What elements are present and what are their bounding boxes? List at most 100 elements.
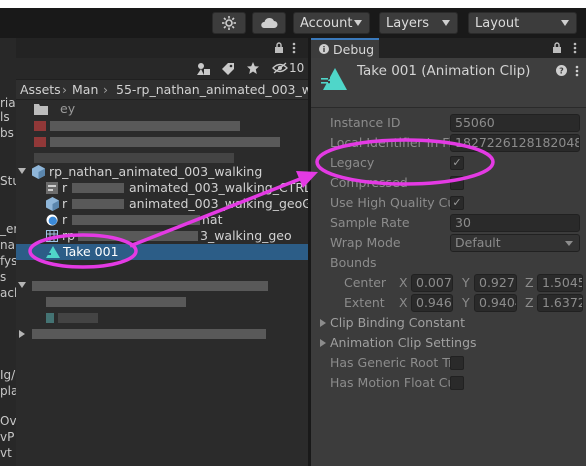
truncated-text: s	[0, 270, 7, 284]
expand-arrow-icon[interactable]	[320, 339, 326, 347]
chevron-down-icon	[565, 241, 573, 246]
redacted-block	[34, 137, 46, 147]
wrap-mode-dropdown[interactable]: Default	[450, 234, 580, 252]
tree-row-folder[interactable]: rp_nathan_animated_003_walking	[16, 164, 308, 180]
mesh-grid-icon	[46, 230, 58, 242]
inspector-header: Take 001 (Animation Clip) ?	[311, 58, 586, 108]
truncated-text: Stu	[0, 174, 16, 188]
layout-label: Layout	[475, 15, 520, 31]
inspector-tab-bar: Debug	[311, 38, 586, 58]
property-animation-clip-settings[interactable]: Animation Clip Settings	[311, 333, 586, 353]
lock-icon[interactable]	[274, 42, 284, 54]
lock-icon[interactable]	[552, 42, 562, 54]
truncated-text: ack	[0, 286, 16, 300]
truncated-text: ria	[0, 96, 16, 110]
favorite-star-icon[interactable]	[246, 61, 260, 75]
settings-button[interactable]	[212, 12, 246, 34]
tree-row[interactable]	[16, 118, 308, 134]
tree-item-label: nat	[202, 212, 223, 227]
compressed-checkbox[interactable]	[450, 176, 464, 190]
truncated-text: ls	[0, 110, 10, 124]
tab-label: Debug	[333, 42, 375, 57]
tree-row[interactable]	[16, 278, 308, 294]
property-has-generic-root: Has Generic Root Transform	[311, 353, 586, 373]
tree-row[interactable]: r animated_003_walking_CTRL	[16, 180, 308, 196]
truncated-text: _er	[0, 222, 16, 236]
redacted-block	[78, 231, 198, 241]
project-tab-bar	[16, 38, 308, 58]
extent-x-field[interactable]: 0.9463	[411, 294, 453, 312]
tree-row[interactable]: rp 3_walking_geo	[16, 228, 308, 244]
layers-dropdown[interactable]: Layers	[379, 12, 458, 34]
more-options-icon[interactable]	[573, 42, 577, 54]
redacted-block	[34, 153, 234, 163]
tree-row[interactable]	[16, 310, 308, 326]
has-generic-root-checkbox[interactable]	[450, 356, 464, 370]
layout-dropdown[interactable]: Layout	[468, 12, 577, 34]
settings-icon[interactable]	[575, 65, 579, 77]
hidden-eye-icon[interactable]	[272, 62, 288, 74]
has-motion-float-checkbox[interactable]	[450, 376, 464, 390]
animation-clip-icon	[321, 68, 347, 90]
center-x-field[interactable]: 0.0076	[411, 274, 453, 292]
property-label: Has Generic Root Transform	[330, 355, 450, 370]
main-toolbar: Account Layers Layout	[0, 8, 586, 38]
property-local-identifier: Local Identifier In File 182722612818204…	[311, 133, 586, 153]
sample-rate-field[interactable]: 30	[450, 214, 580, 232]
wrap-mode-value: Default	[455, 235, 501, 250]
redacted-block	[46, 297, 186, 307]
chevron-down-icon	[442, 20, 450, 26]
center-y-field[interactable]: 0.9271	[474, 274, 517, 292]
redacted-block	[46, 313, 54, 323]
more-options-icon[interactable]	[292, 42, 296, 54]
property-clip-binding-constant[interactable]: Clip Binding Constant	[311, 313, 586, 333]
property-has-motion-float: Has Motion Float Curves	[311, 373, 586, 393]
truncated-text: Ig/	[0, 368, 16, 382]
local-identifier-field[interactable]: 182722612818204883	[450, 134, 580, 152]
property-sample-rate: Sample Rate 30	[311, 213, 586, 233]
expand-arrow-icon[interactable]	[18, 168, 26, 174]
instance-id-field[interactable]: 55060	[450, 114, 580, 132]
use-hq-curve-checkbox[interactable]: ✓	[450, 196, 464, 210]
filter-by-type-icon[interactable]	[196, 62, 212, 76]
inspector-panel: Debug Take 001 (Animation Clip) ? Instan…	[311, 38, 586, 466]
tree-row[interactable]: r animated_003_walking_geoGRP	[16, 196, 308, 212]
tree-row[interactable]	[16, 134, 308, 150]
breadcrumb-item-folder[interactable]: 55-rp_nathan_animated_003_walking	[116, 82, 308, 97]
extent-y-field[interactable]: 0.9404	[474, 294, 517, 312]
property-label: Extent	[344, 295, 385, 310]
breadcrumb-item-man[interactable]: Man	[72, 82, 98, 97]
help-icon[interactable]: ?	[556, 65, 567, 76]
tree-item-label: rp	[62, 228, 76, 243]
chevron-down-icon	[561, 20, 569, 26]
axis-x-label: X	[399, 275, 408, 290]
project-toolbar: 10	[16, 58, 308, 80]
breadcrumb-item-assets[interactable]: Assets	[20, 82, 61, 97]
expand-arrow-icon[interactable]	[18, 282, 26, 288]
cloud-button[interactable]	[252, 12, 286, 34]
info-icon	[319, 44, 329, 54]
prefab-icon	[32, 165, 45, 179]
folder-icon	[34, 104, 48, 115]
truncated-text: vP	[0, 430, 15, 444]
expand-arrow-icon[interactable]	[320, 319, 326, 327]
property-label: Instance ID	[330, 115, 401, 130]
breadcrumb-separator: ›	[62, 82, 67, 97]
svg-text:?: ?	[559, 67, 564, 76]
tree-row[interactable]	[16, 326, 308, 342]
tab-debug[interactable]: Debug	[311, 38, 379, 58]
animator-controller-icon	[46, 182, 58, 194]
legacy-checkbox[interactable]: ✓	[450, 156, 464, 170]
tree-row[interactable]: ey	[16, 101, 308, 117]
property-compressed: Compressed	[311, 173, 586, 193]
breadcrumb-separator: ›	[103, 82, 108, 97]
tree-row[interactable]	[16, 294, 308, 310]
center-z-field[interactable]: 1.5045	[537, 274, 583, 292]
tree-row-selected[interactable]: Take 001	[16, 244, 308, 260]
label-tag-icon[interactable]	[221, 62, 235, 76]
account-dropdown[interactable]: Account	[293, 12, 370, 34]
property-wrap-mode: Wrap Mode Default	[311, 233, 586, 253]
extent-z-field[interactable]: 1.6372	[537, 294, 583, 312]
tree-row[interactable]: r nat	[16, 212, 308, 228]
expand-arrow-icon[interactable]	[19, 330, 25, 338]
